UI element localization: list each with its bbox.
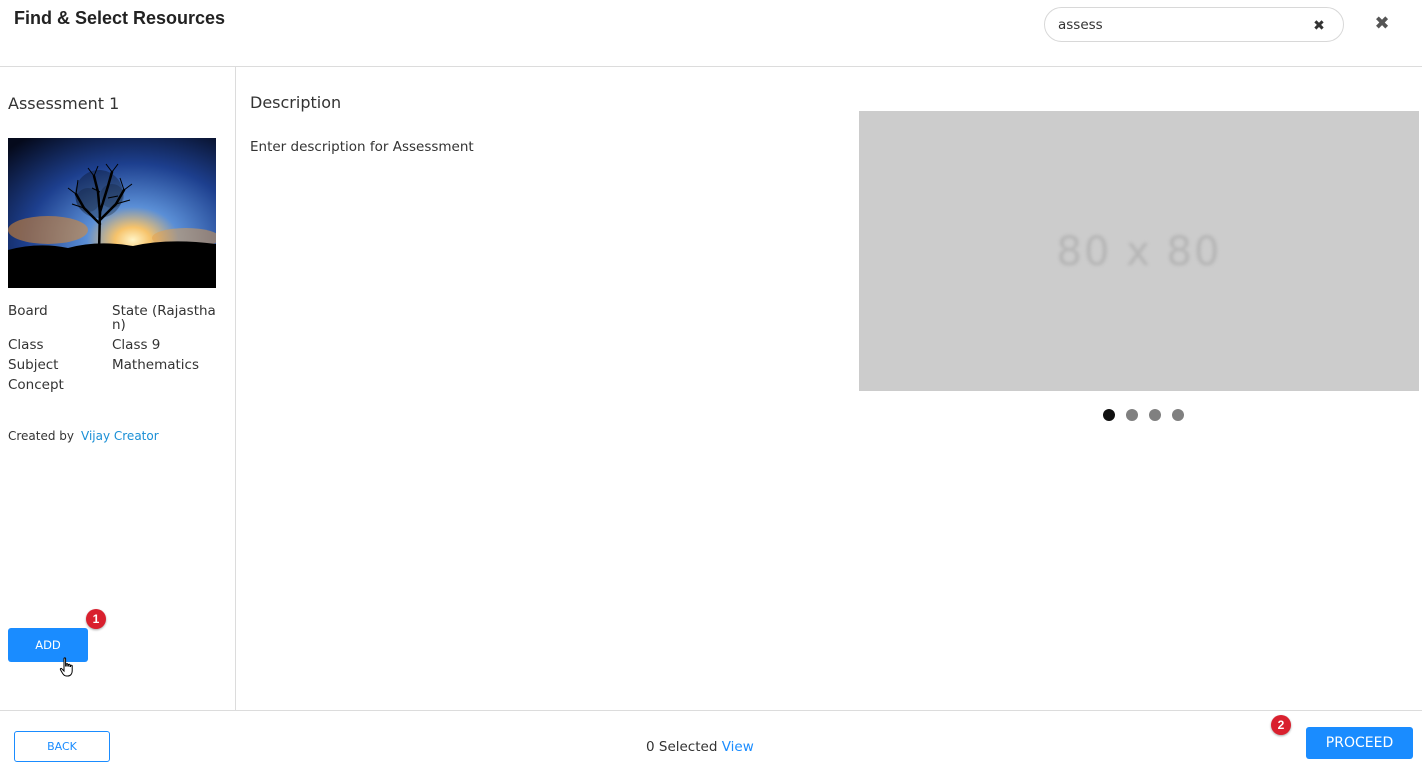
placeholder-text: 80 x 80 — [1056, 229, 1222, 275]
meta-value-subject: Mathematics — [112, 357, 199, 373]
footer: BACK 0 Selected View 2 PROCEED — [0, 710, 1422, 769]
carousel-dot-4[interactable] — [1172, 409, 1184, 421]
meta-label-concept: Concept — [8, 377, 64, 393]
search-input[interactable] — [1058, 16, 1308, 34]
meta-value-board: State (Rajasthan) — [112, 303, 216, 333]
selection-summary: 0 Selected View — [646, 739, 754, 755]
carousel-dot-2[interactable] — [1126, 409, 1138, 421]
meta-label-subject: Subject — [8, 357, 59, 373]
carousel-dot-3[interactable] — [1149, 409, 1161, 421]
resource-thumbnail — [8, 138, 216, 288]
page-title: Find & Select Resources — [14, 8, 226, 28]
view-link[interactable]: View — [722, 739, 754, 755]
header: Find & Select Resources ✖ ✖ — [0, 0, 1422, 67]
resource-panel: Assessment 1 Board State (Rajasthan) Cla… — [0, 67, 236, 710]
back-button[interactable]: BACK — [14, 731, 110, 762]
search-box[interactable]: ✖ — [1044, 7, 1344, 42]
resource-title: Assessment 1 — [8, 94, 120, 113]
clear-icon[interactable]: ✖ — [1311, 17, 1327, 33]
selected-count: 0 Selected — [646, 739, 718, 755]
creator-link[interactable]: Vijay Creator — [81, 429, 159, 443]
meta-label-board: Board — [8, 303, 48, 319]
proceed-button[interactable]: PROCEED — [1306, 727, 1413, 759]
description-heading: Description — [250, 93, 342, 112]
carousel-image: 80 x 80 — [859, 111, 1419, 391]
meta-value-class: Class 9 — [112, 337, 161, 353]
description-text: Enter description for Assessment — [250, 139, 474, 155]
carousel-dot-1[interactable] — [1103, 409, 1115, 421]
step-badge-2: 2 — [1271, 715, 1291, 735]
close-icon[interactable]: ✖ — [1373, 13, 1391, 33]
add-button[interactable]: ADD — [8, 628, 88, 662]
step-badge-1: 1 — [86, 609, 106, 629]
created-by-label: Created by — [8, 429, 75, 443]
meta-label-class: Class — [8, 337, 44, 353]
hand-cursor-icon — [59, 657, 73, 677]
